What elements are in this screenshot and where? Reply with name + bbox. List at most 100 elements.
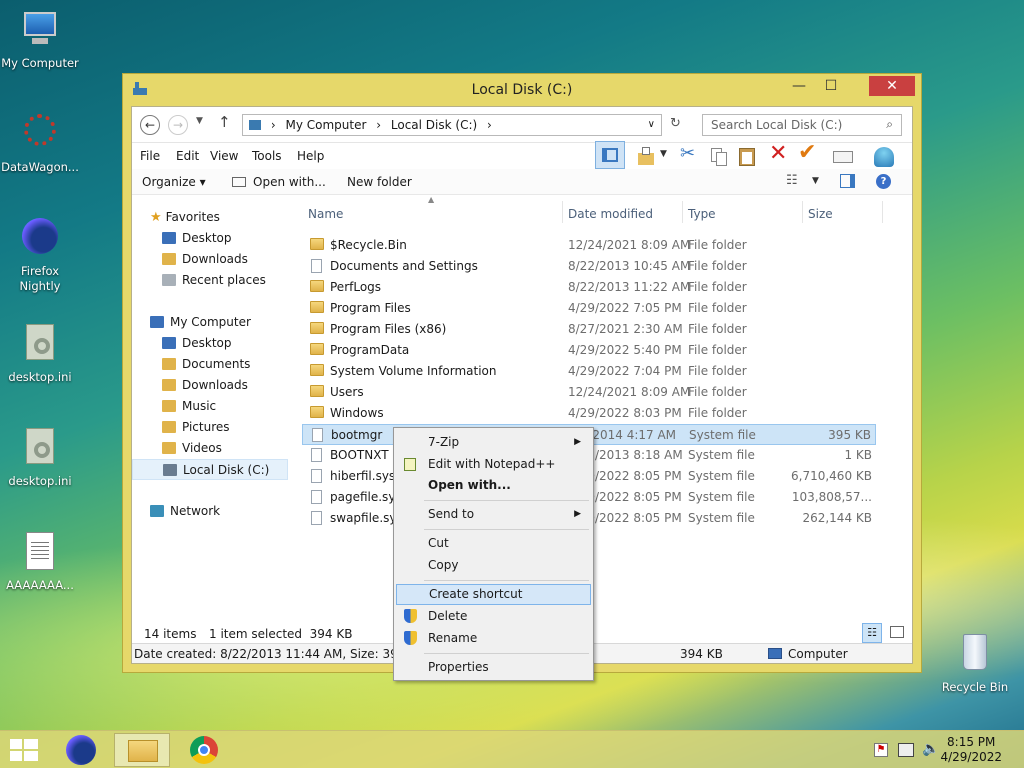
organize-button[interactable]: Organize ▾ <box>142 175 206 189</box>
ctx-open-with[interactable]: Open with... <box>396 475 591 496</box>
column-divider[interactable] <box>882 201 883 223</box>
file-row[interactable]: PerfLogs 8/22/2013 11:22 AM File folder <box>302 277 876 298</box>
desktop-icon-text-file[interactable]: AAAAAAA... <box>0 530 80 593</box>
volume-muted-icon[interactable]: 🔈 <box>922 741 939 757</box>
search-input[interactable]: Search Local Disk (C:) ⌕ <box>702 114 902 136</box>
preview-pane-icon[interactable] <box>840 174 855 188</box>
preview-pane-toggle[interactable] <box>595 141 625 169</box>
nav-videos[interactable]: Videos <box>162 438 222 459</box>
folder-check-icon[interactable] <box>636 145 658 167</box>
nav-computer-downloads[interactable]: Downloads <box>162 375 248 396</box>
desktop-icon-label: desktop.ini <box>8 474 72 488</box>
nav-network[interactable]: Network <box>150 501 220 522</box>
file-row[interactable]: Documents and Settings 8/22/2013 10:45 AM… <box>302 256 876 277</box>
action-center-flag-icon[interactable]: ⚑ <box>874 743 888 757</box>
desktop-icon-datawagon[interactable]: DataWagon... <box>0 112 80 175</box>
network-tray-icon[interactable] <box>898 743 914 757</box>
file-row[interactable]: Program Files (x86) 8/27/2021 2:30 AM File… <box>302 319 876 340</box>
file-row[interactable]: ProgramData 4/29/2022 5:40 PM File folder <box>302 340 876 361</box>
forward-button[interactable]: → <box>168 115 188 135</box>
start-button[interactable] <box>10 739 38 761</box>
file-type: File folder <box>688 406 747 420</box>
ctx-create-shortcut[interactable]: Create shortcut <box>396 584 591 605</box>
menu-help[interactable]: Help <box>297 149 324 163</box>
taskbar-firefox-nightly[interactable] <box>54 733 110 767</box>
address-dropdown-icon[interactable]: ∨ <box>648 115 655 135</box>
ctx-7zip[interactable]: 7-Zip ▶ <box>396 432 591 453</box>
nav-local-disk[interactable]: Local Disk (C:) <box>132 459 288 480</box>
chevron-down-icon[interactable]: ▼ <box>660 149 667 159</box>
column-name[interactable]: Name <box>308 207 343 221</box>
ctx-delete[interactable]: Delete <box>396 606 591 627</box>
cut-icon[interactable]: ✂ <box>680 143 695 164</box>
details-view-icon[interactable]: ☷ <box>862 623 882 643</box>
up-button[interactable]: ↑ <box>218 113 231 131</box>
desktop-icon-desktop-ini-1[interactable]: desktop.ini <box>0 322 80 385</box>
shell-icon[interactable] <box>872 145 894 167</box>
nav-pictures[interactable]: Pictures <box>162 417 230 438</box>
help-icon[interactable]: ? <box>876 174 891 189</box>
column-divider[interactable] <box>682 201 683 223</box>
new-folder-button[interactable]: New folder <box>347 175 412 189</box>
view-options-icon[interactable]: ☷ <box>786 173 798 188</box>
file-row[interactable]: System Volume Information 4/29/2022 7:04 … <box>302 361 876 382</box>
nav-favorites-downloads[interactable]: Downloads <box>162 249 248 270</box>
nav-computer-desktop[interactable]: Desktop <box>162 333 232 354</box>
address-bar[interactable]: › My Computer › Local Disk (C:) › ∨ <box>242 114 662 136</box>
column-type[interactable]: Type <box>688 207 716 221</box>
nav-favorites-desktop[interactable]: Desktop <box>162 228 232 249</box>
nav-music[interactable]: Music <box>162 396 216 417</box>
back-button[interactable]: ← <box>140 115 160 135</box>
desktop-icon-desktop-ini-2[interactable]: desktop.ini <box>0 426 80 489</box>
file-row[interactable]: Program Files 4/29/2022 7:05 PM File folde… <box>302 298 876 319</box>
breadcrumb-local-disk[interactable]: Local Disk (C:) <box>391 118 477 132</box>
open-with-button[interactable]: Open with... <box>253 175 326 189</box>
title-bar[interactable]: Local Disk (C:) — ☐ ✕ <box>123 74 921 106</box>
desktop-icon-label: Firefox Nightly <box>19 264 61 293</box>
menu-edit[interactable]: Edit <box>176 149 199 163</box>
close-button[interactable]: ✕ <box>869 76 915 96</box>
column-divider[interactable] <box>802 201 803 223</box>
desktop-icon-my-computer[interactable]: My Computer <box>0 8 80 71</box>
ctx-edit-notepad[interactable]: Edit with Notepad++ <box>396 454 591 475</box>
ctx-send-to[interactable]: Send to ▶ <box>396 504 591 525</box>
folder-icon <box>310 343 324 355</box>
nav-my-computer[interactable]: My Computer <box>150 312 251 333</box>
column-divider[interactable] <box>562 201 563 223</box>
delete-icon[interactable]: ✕ <box>769 141 787 166</box>
ctx-cut[interactable]: Cut <box>396 533 591 554</box>
maximize-button[interactable]: ☐ <box>817 76 845 96</box>
breadcrumb-my-computer[interactable]: My Computer <box>285 118 366 132</box>
chevron-down-icon[interactable]: ▼ <box>812 176 819 186</box>
column-size[interactable]: Size <box>808 207 833 221</box>
minimize-button[interactable]: — <box>785 76 813 96</box>
music-folder-icon <box>162 400 176 412</box>
column-date-modified[interactable]: Date modified <box>568 207 653 221</box>
menu-tools[interactable]: Tools <box>252 149 282 163</box>
taskbar-file-explorer[interactable] <box>114 733 170 767</box>
clock[interactable]: 8:15 PM 4/29/2022 <box>940 735 1002 765</box>
recent-locations-dropdown[interactable]: ▼ <box>196 116 203 126</box>
paste-icon[interactable] <box>736 145 758 167</box>
taskbar-chrome[interactable] <box>176 733 232 767</box>
properties-icon[interactable] <box>832 145 854 167</box>
menu-file[interactable]: File <box>140 149 160 163</box>
nav-favorites[interactable]: ★ Favorites <box>150 207 220 228</box>
large-icons-view-icon[interactable] <box>890 626 904 638</box>
file-row[interactable]: $Recycle.Bin 12/24/2021 8:09 AM File folde… <box>302 235 876 256</box>
nav-recent-places[interactable]: Recent places <box>162 270 266 291</box>
copy-icon[interactable] <box>708 145 730 167</box>
file-row[interactable]: Windows 4/29/2022 8:03 PM File folder <box>302 403 876 424</box>
ctx-label: Open with... <box>428 478 511 492</box>
menu-view[interactable]: View <box>210 149 238 163</box>
ctx-copy[interactable]: Copy <box>396 555 591 576</box>
drive-icon <box>249 120 261 130</box>
refresh-icon[interactable]: ↻ <box>670 116 681 131</box>
desktop-icon-firefox-nightly[interactable]: Firefox Nightly <box>0 216 80 294</box>
ctx-properties[interactable]: Properties <box>396 657 591 678</box>
ctx-rename[interactable]: Rename <box>396 628 591 649</box>
file-row[interactable]: Users 12/24/2021 8:09 AM File folder <box>302 382 876 403</box>
nav-documents[interactable]: Documents <box>162 354 250 375</box>
checkmark-icon[interactable]: ✔ <box>798 140 816 165</box>
desktop-icon-recycle-bin[interactable]: Recycle Bin <box>935 632 1015 695</box>
